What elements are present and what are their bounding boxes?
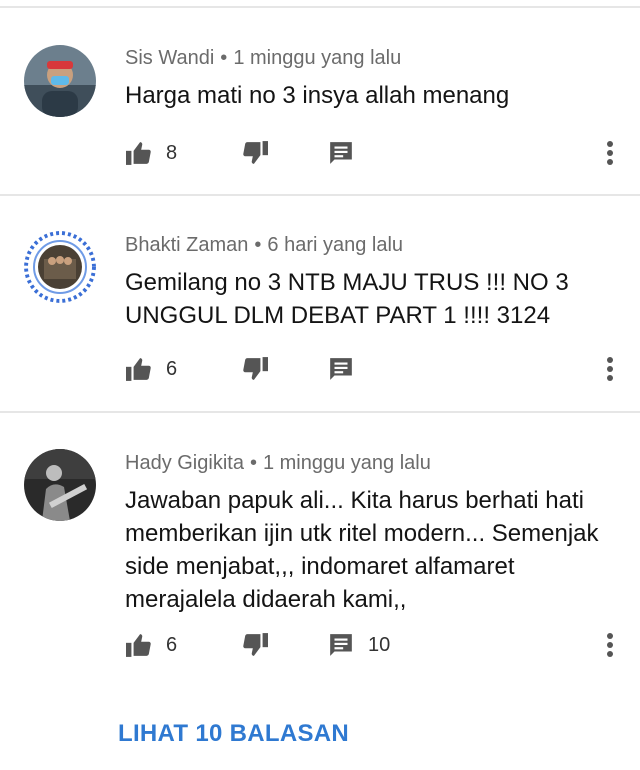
more-vert-icon bbox=[607, 633, 613, 657]
reply-button[interactable] bbox=[328, 138, 354, 168]
more-vert-icon bbox=[607, 357, 613, 381]
author-name[interactable]: Hady Gigikita bbox=[125, 452, 244, 474]
comment-text: Harga mati no 3 insya allah menang bbox=[125, 82, 510, 109]
like-count: 8 bbox=[166, 141, 178, 164]
meta-separator: • bbox=[249, 452, 257, 474]
comment-icon bbox=[330, 358, 352, 380]
like-count: 6 bbox=[166, 633, 178, 656]
meta-separator: • bbox=[220, 47, 228, 69]
dislike-button[interactable] bbox=[242, 630, 268, 660]
comment-actions: 6 bbox=[0, 354, 640, 384]
comment-meta: Sis Wandi • 1 minggu yang lalu bbox=[125, 47, 401, 70]
author-name[interactable]: Sis Wandi bbox=[125, 47, 214, 69]
comment-time[interactable]: 1 minggu yang lalu bbox=[233, 47, 401, 69]
comment-meta: Bhakti Zaman • 6 hari yang lalu bbox=[125, 234, 403, 257]
comment-icon bbox=[330, 634, 352, 656]
thumb-up-icon bbox=[126, 358, 151, 381]
more-options-button[interactable] bbox=[600, 138, 620, 168]
comment-time[interactable]: 6 hari yang lalu bbox=[267, 234, 403, 256]
avatar[interactable] bbox=[24, 45, 96, 117]
reply-button[interactable]: 10 bbox=[328, 630, 390, 660]
more-vert-icon bbox=[607, 141, 613, 165]
comment-text: Gemilang no 3 NTB MAJU TRUS !!! NO 3 UNG… bbox=[125, 269, 569, 329]
author-name[interactable]: Bhakti Zaman bbox=[125, 234, 248, 256]
like-button[interactable]: 6 bbox=[126, 630, 177, 660]
avatar[interactable] bbox=[24, 231, 96, 303]
divider bbox=[0, 411, 640, 413]
reply-button[interactable] bbox=[328, 354, 354, 384]
dislike-button[interactable] bbox=[242, 354, 268, 384]
avatar[interactable] bbox=[24, 449, 96, 521]
thumb-up-icon bbox=[126, 634, 151, 657]
comment-text: Jawaban papuk ali... Kita harus berhati … bbox=[125, 487, 599, 613]
thumb-down-icon bbox=[243, 141, 268, 164]
comment-actions: 8 bbox=[0, 138, 640, 168]
view-replies-link[interactable]: LIHAT 10 BALASAN bbox=[118, 720, 349, 748]
comment-actions: 6 10 bbox=[0, 630, 640, 660]
like-button[interactable]: 8 bbox=[126, 138, 177, 168]
reply-count: 10 bbox=[368, 633, 391, 656]
dislike-button[interactable] bbox=[242, 138, 268, 168]
meta-separator: • bbox=[254, 234, 262, 256]
divider bbox=[0, 194, 640, 196]
like-button[interactable]: 6 bbox=[126, 354, 177, 384]
more-options-button[interactable] bbox=[600, 354, 620, 384]
comment-icon bbox=[330, 142, 352, 164]
divider-top bbox=[0, 6, 640, 8]
thumb-up-icon bbox=[126, 142, 151, 165]
more-options-button[interactable] bbox=[600, 630, 620, 660]
comment-meta: Hady Gigikita • 1 minggu yang lalu bbox=[125, 452, 431, 475]
like-count: 6 bbox=[166, 357, 178, 380]
comment-time[interactable]: 1 minggu yang lalu bbox=[263, 452, 431, 474]
thumb-down-icon bbox=[243, 633, 268, 656]
thumb-down-icon bbox=[243, 357, 268, 380]
